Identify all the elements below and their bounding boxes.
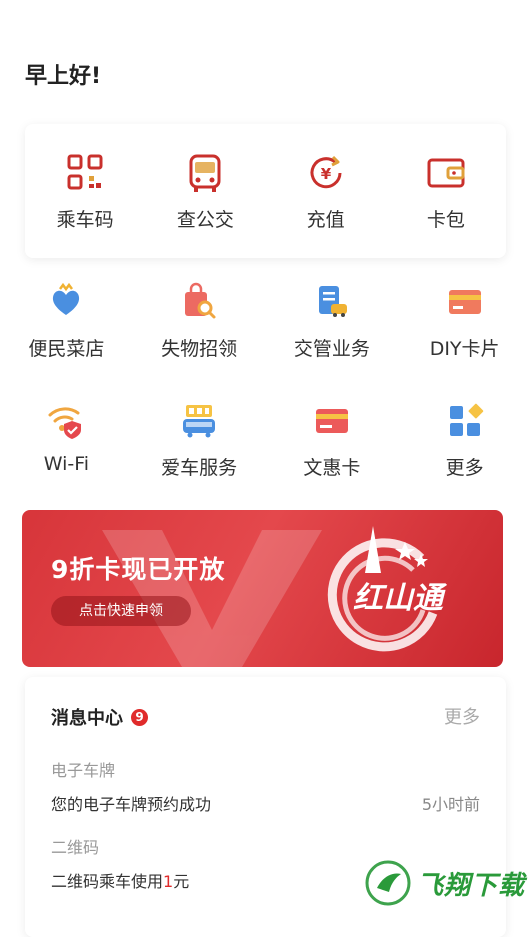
lost-found-label: 失物招领	[161, 338, 238, 360]
bus-query-label: 查公交	[176, 208, 234, 231]
diy-card-button[interactable]: DIY卡片	[405, 282, 525, 361]
car-service-label: 爱车服务	[161, 457, 238, 479]
recharge-button[interactable]: ¥ 充值	[276, 151, 376, 232]
lost-found-button[interactable]: 失物招领	[139, 282, 259, 361]
wifi-button[interactable]: Wi-Fi	[6, 401, 126, 480]
card-wallet-button[interactable]: 卡包	[396, 151, 496, 232]
convenience-grocery-button[interactable]: 便民菜店	[6, 282, 126, 361]
message-text: 您的电子车牌预约成功	[51, 795, 212, 814]
lost-found-icon	[185, 282, 216, 319]
message-text-prefix: 二维码乘车使用	[51, 872, 164, 891]
culture-card-label: 文惠卡	[303, 457, 361, 479]
promo-banner[interactable]: 9折卡现已开放 点击快速申领 红山通	[22, 510, 503, 667]
greeting-text: 早上好!	[25, 64, 102, 89]
message-item[interactable]: 电子车牌 您的电子车牌预约成功 5小时前	[51, 757, 480, 815]
culture-card-icon	[315, 409, 348, 433]
yuan-recharge-icon: ¥	[310, 155, 342, 188]
message-time: 5小时前	[421, 795, 480, 814]
services-row-1: 便民菜店 失物招领 交管业务 DIY卡片	[0, 282, 531, 361]
hongshantong-logo-icon: 红山通	[327, 526, 448, 652]
convenience-grocery-label: 便民菜店	[28, 338, 105, 360]
car-service-icon	[183, 405, 216, 438]
ride-code-button[interactable]: 乘车码	[35, 151, 135, 232]
quick-actions-card: 乘车码 查公交 ¥ 充值 卡包	[25, 124, 506, 258]
watermark-logo-icon	[365, 860, 411, 906]
message-amount: 1	[163, 872, 174, 891]
banner-logo-text: 红山通	[353, 581, 448, 616]
bus-query-button[interactable]: 查公交	[155, 151, 255, 232]
svg-text:¥: ¥	[320, 165, 331, 183]
qr-code-icon	[67, 154, 103, 189]
wifi-label: Wi-Fi	[43, 453, 90, 475]
site-watermark: 飞翔下载	[365, 855, 525, 911]
more-services-button[interactable]: 更多	[405, 401, 525, 480]
banner-title: 9折卡现已开放	[51, 555, 226, 584]
wifi-shield-icon	[48, 407, 82, 439]
traffic-management-button[interactable]: 交管业务	[272, 282, 392, 361]
ride-code-label: 乘车码	[56, 208, 114, 231]
watermark-text: 飞翔下载	[417, 870, 526, 901]
recharge-label: 充值	[306, 208, 345, 231]
message-center-title: 消息中心	[51, 708, 123, 729]
traffic-management-label: 交管业务	[293, 338, 370, 360]
bus-icon	[189, 154, 221, 192]
banner-apply-button[interactable]: 点击快速申领	[51, 596, 191, 626]
services-row-2: Wi-Fi 爱车服务 文惠卡 更多	[0, 401, 531, 480]
diy-card-label: DIY卡片	[429, 338, 500, 360]
heart-hand-icon	[53, 282, 80, 315]
more-grid-icon	[449, 403, 483, 436]
message-category: 电子车牌	[51, 761, 116, 780]
traffic-management-icon	[318, 286, 347, 317]
card-wallet-label: 卡包	[426, 208, 465, 231]
message-center-header: 消息中心 9	[51, 704, 148, 730]
message-text: 二维码乘车使用1元	[51, 868, 189, 892]
unread-count-badge: 9	[131, 708, 148, 726]
wallet-icon	[427, 158, 465, 187]
culture-card-button[interactable]: 文惠卡	[272, 401, 392, 480]
diy-card-icon	[448, 290, 481, 314]
message-unit: 元	[173, 872, 190, 891]
car-service-button[interactable]: 爱车服务	[139, 401, 259, 480]
messages-more-link[interactable]: 更多	[444, 703, 480, 729]
more-services-label: 更多	[445, 457, 484, 479]
